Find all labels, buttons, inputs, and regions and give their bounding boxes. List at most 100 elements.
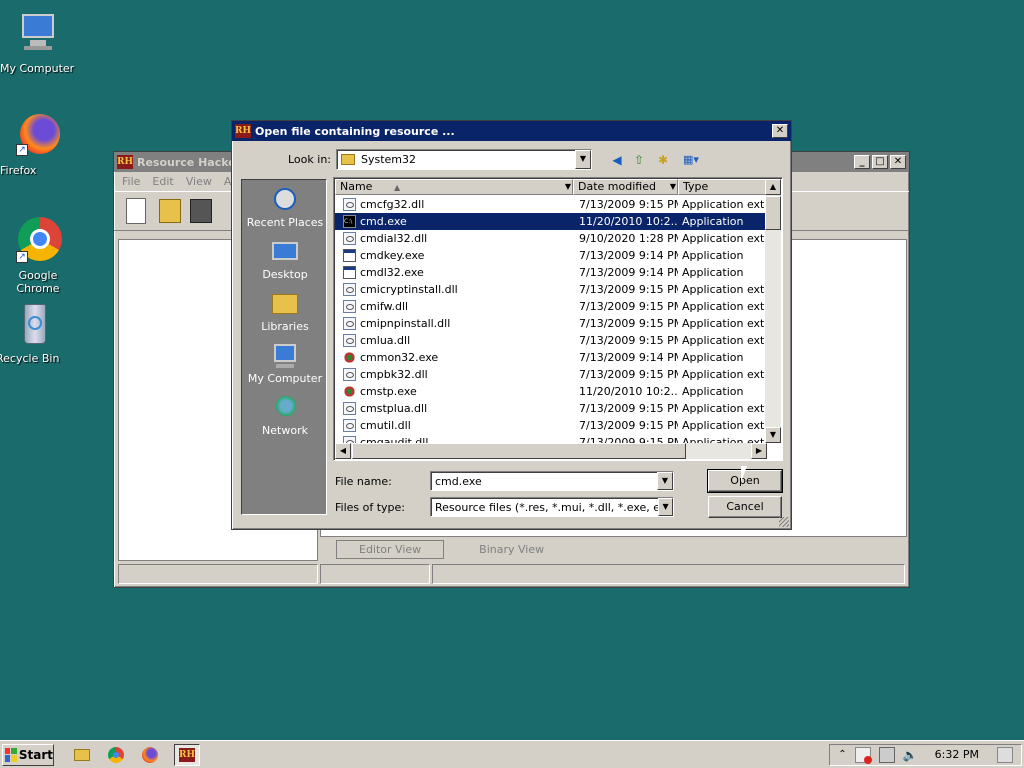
open-file-dialog[interactable]: RH Open file containing resource ... ✕ L… (231, 120, 792, 530)
start-button[interactable]: Start (2, 743, 54, 766)
place-label: Network (262, 424, 308, 437)
file-type-value: Resource files (*.res, *.mui, *.dll, *.e… (435, 500, 659, 514)
file-name-cell: cmutil.dll (335, 419, 573, 432)
desktop-icon-label: Firefox (0, 164, 37, 177)
file-list[interactable]: Name ▲ ▼ Date modified ▼ Type cmcfg32.dl… (333, 177, 783, 461)
file-row[interactable]: cmlua.dll 7/13/2009 9:15 PM Application ex… (335, 332, 767, 349)
close-button[interactable]: ✕ (890, 155, 906, 169)
scroll-right-icon[interactable]: ▶ (751, 443, 767, 459)
open-file-icon[interactable] (156, 196, 184, 226)
taskbar: Start RH ⌃ 🔈 6:32 PM (0, 740, 1024, 768)
chevron-down-icon[interactable]: ▼ (658, 498, 673, 516)
horizontal-scrollbar[interactable]: ◀ ▶ (335, 443, 767, 459)
dialog-titlebar[interactable]: RH Open file containing resource ... ✕ (232, 121, 791, 141)
view-menu-icon[interactable]: ▦▾ (678, 151, 704, 169)
file-row[interactable]: cmpbk32.dll 7/13/2009 9:15 PM Application … (335, 366, 767, 383)
file-name-cell: cmicryptinstall.dll (335, 283, 573, 296)
chevron-down-icon[interactable]: ▼ (670, 180, 676, 194)
action-center-icon[interactable] (854, 746, 872, 764)
file-row[interactable]: cmcfg32.dll 7/13/2009 9:15 PM Application … (335, 196, 767, 213)
clock[interactable]: 6:32 PM (935, 748, 979, 761)
desktop-icon-chrome[interactable]: ↗ Google Chrome (0, 217, 76, 295)
chevron-down-icon[interactable]: ▼ (575, 150, 591, 169)
file-row[interactable]: cmicryptinstall.dll 7/13/2009 9:15 PM Appl… (335, 281, 767, 298)
file-row[interactable]: cmdl32.exe 7/13/2009 9:14 PM Application (335, 264, 767, 281)
place-desktop[interactable]: Desktop (242, 238, 328, 284)
file-row[interactable]: cmdial32.dll 9/10/2020 1:28 PM Application… (335, 230, 767, 247)
column-type-label: Type (683, 180, 709, 193)
scroll-left-icon[interactable]: ◀ (335, 443, 351, 459)
chevron-down-icon[interactable]: ▼ (657, 472, 673, 490)
desktop-icon-my-computer[interactable]: My Computer (0, 10, 76, 75)
file-row[interactable]: cmifw.dll 7/13/2009 9:15 PM Application ex… (335, 298, 767, 315)
column-type[interactable]: Type (678, 179, 767, 195)
place-libraries[interactable]: Libraries (242, 290, 328, 336)
maximize-button[interactable]: □ (872, 155, 888, 169)
menu-edit[interactable]: Edit (152, 175, 173, 188)
file-name-text: cmifw.dll (360, 300, 409, 313)
tab-editor-view[interactable]: Editor View (336, 540, 445, 559)
file-name-text: cmutil.dll (360, 419, 411, 432)
dll-file-icon (343, 419, 356, 432)
file-name-cell: cmdl32.exe (335, 266, 573, 279)
back-icon[interactable]: ◀ (608, 151, 626, 169)
vertical-scrollbar[interactable]: ▲ ▼ (765, 179, 781, 443)
dll-file-icon (343, 317, 356, 330)
file-row[interactable]: C:\ cmd.exe 11/20/2010 10:2... Application (335, 213, 767, 230)
file-name-cell: cmifw.dll (335, 300, 573, 313)
volume-muted-icon[interactable]: 🔈 (903, 747, 919, 763)
desktop-icon-recycle-bin[interactable]: Recycle Bin (0, 300, 72, 365)
place-recent-places[interactable]: Recent Places (242, 186, 328, 232)
file-type-cell: Application exte... (682, 317, 767, 330)
column-date-modified[interactable]: Date modified ▼ (573, 179, 678, 195)
look-in-label: Look in: (288, 153, 331, 166)
file-name-cell: cmcfg32.dll (335, 198, 573, 211)
file-row[interactable]: cmmon32.exe 7/13/2009 9:14 PM Application (335, 349, 767, 366)
file-row[interactable]: cmutil.dll 7/13/2009 9:15 PM Application e… (335, 417, 767, 434)
menu-file[interactable]: File (122, 175, 140, 188)
up-folder-icon[interactable]: ⇧ (630, 151, 648, 169)
file-row[interactable]: cmstp.exe 11/20/2010 10:2... Application (335, 383, 767, 400)
explorer-icon[interactable] (72, 745, 92, 765)
desktop-icon-firefox[interactable]: ↗ Firefox (0, 112, 76, 177)
look-in-value: System32 (361, 153, 417, 166)
scroll-down-icon[interactable]: ▼ (765, 427, 781, 443)
file-date-cell: 7/13/2009 9:15 PM (579, 419, 678, 432)
show-hidden-icons-icon[interactable]: ⌃ (838, 749, 846, 760)
scroll-thumb[interactable] (352, 443, 686, 459)
minimize-button[interactable]: _ (854, 155, 870, 169)
scroll-up-icon[interactable]: ▲ (765, 179, 781, 195)
tab-binary-view[interactable]: Binary View (456, 540, 567, 559)
notification-icon[interactable] (997, 746, 1013, 763)
close-button[interactable]: ✕ (772, 124, 788, 138)
file-row[interactable]: cmdkey.exe 7/13/2009 9:14 PM Application (335, 247, 767, 264)
menu-view[interactable]: View (186, 175, 212, 188)
save-icon[interactable] (190, 196, 212, 226)
file-type-cell: Application exte... (682, 300, 767, 313)
file-row[interactable]: cmstplua.dll 7/13/2009 9:15 PM Application… (335, 400, 767, 417)
file-name-text: cmdl32.exe (360, 266, 424, 279)
chevron-down-icon[interactable]: ▼ (565, 180, 571, 194)
file-type-cell: Application exte... (682, 402, 767, 415)
file-name-text: cmicryptinstall.dll (360, 283, 458, 296)
network-status-icon[interactable] (878, 746, 895, 763)
file-type-dropdown[interactable]: Resource files (*.res, *.mui, *.dll, *.e… (430, 497, 674, 517)
scroll-thumb[interactable] (765, 196, 781, 230)
taskbar-resource-hacker-button[interactable]: RH (174, 743, 200, 766)
file-name-input[interactable]: cmd.exe ▼ (430, 471, 674, 491)
dll-file-icon (343, 334, 356, 347)
new-folder-icon[interactable]: ✱ (654, 151, 672, 169)
file-row[interactable]: cmipnpinstall.dll 7/13/2009 9:15 PM Applic… (335, 315, 767, 332)
cancel-button[interactable]: Cancel (708, 496, 782, 518)
look-in-dropdown[interactable]: System32 ▼ (336, 149, 592, 170)
resize-grip-icon[interactable] (779, 517, 789, 527)
file-type-cell: Application exte... (682, 419, 767, 432)
new-file-icon[interactable] (122, 196, 150, 226)
resource-hacker-logo-icon: RH (235, 124, 251, 138)
firefox-icon[interactable] (140, 745, 160, 765)
chrome-icon[interactable] (106, 745, 126, 765)
column-name[interactable]: Name ▲ ▼ (335, 179, 573, 195)
place-network[interactable]: Network (242, 394, 328, 440)
windows-logo-icon (5, 747, 17, 762)
place-my-computer[interactable]: My Computer (242, 342, 328, 388)
